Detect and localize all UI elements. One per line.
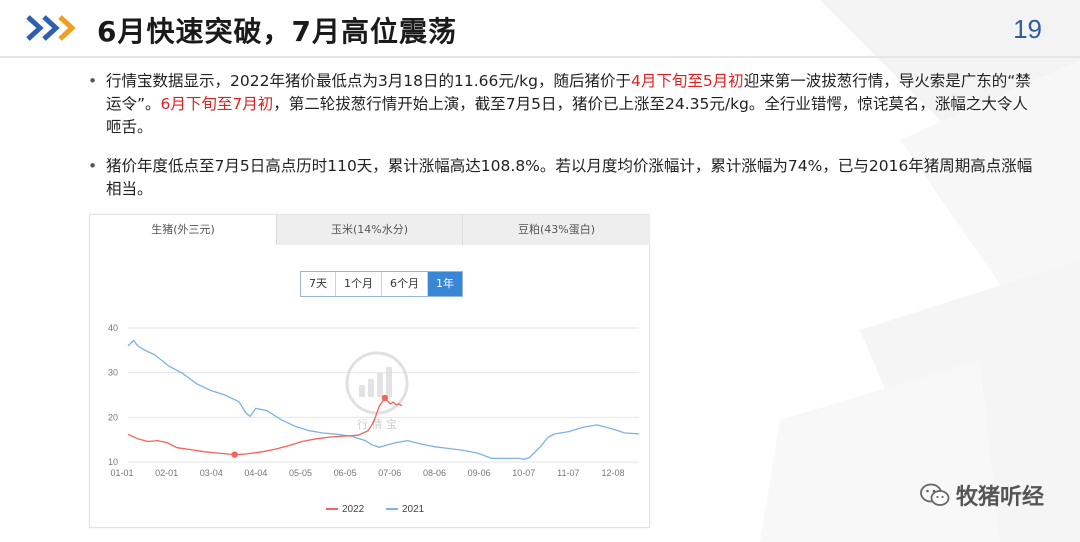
series-marker-2022 xyxy=(381,394,389,402)
bullet-item: • 行情宝数据显示，2022年猪价最低点为3月18日的11.66元/kg，随后猪… xyxy=(88,70,1043,139)
x-tick-label: 04-04 xyxy=(244,468,267,478)
bullet-item: • 猪价年度低点至7月5日高点历时110天，累计涨幅高达108.8%。若以月度均… xyxy=(88,155,1043,201)
x-tick-label: 10-07 xyxy=(512,468,535,478)
x-tick-label: 01-01 xyxy=(110,468,133,478)
slide-header: 6月快速突破，7月高位震荡 19 xyxy=(0,0,1080,62)
y-tick-label: 40 xyxy=(108,323,118,333)
y-tick-label: 30 xyxy=(108,368,118,378)
watermark-text: 行 情 宝 xyxy=(357,417,397,431)
highlight-text: 6月下旬至7月初 xyxy=(160,95,274,113)
price-line-chart: 10 20 30 40 01-01 02-01 03-04 04-04 05-05 06-05 07… xyxy=(108,323,640,515)
y-tick-label: 20 xyxy=(108,412,118,422)
legend-label-2022: 2022 xyxy=(342,504,365,515)
x-tick-label: 06-05 xyxy=(334,468,357,478)
chevron-right-icon xyxy=(58,15,76,41)
watermark-bar-icon xyxy=(386,367,392,397)
series-marker-2022 xyxy=(231,451,238,458)
header-divider xyxy=(0,56,1080,58)
x-tick-label: 12-08 xyxy=(601,468,624,478)
bullet-list: • 行情宝数据显示，2022年猪价最低点为3月18日的11.66元/kg，随后猪… xyxy=(88,70,1043,217)
slide-title: 6月快速突破，7月高位震荡 xyxy=(97,15,457,48)
page-number: 19 xyxy=(1013,14,1042,44)
legend-label-2021: 2021 xyxy=(402,504,425,515)
watermark-bar-icon xyxy=(359,385,365,397)
x-tick-label: 03-04 xyxy=(200,468,223,478)
x-tick-label: 05-05 xyxy=(289,468,312,478)
footer-watermark-text: 牧猪听经 xyxy=(955,485,1044,510)
y-tick-label: 10 xyxy=(108,457,118,467)
watermark-bar-icon xyxy=(377,373,383,397)
highlight-text: 4月下旬至5月初 xyxy=(630,72,744,90)
footer-watermark: 牧猪听经 xyxy=(920,479,1044,511)
wechat-icon xyxy=(920,483,950,506)
bullet-text-segment: 行情宝数据显示，2022年猪价最低点为3月18日的11.66元/kg，随后猪价于 xyxy=(106,72,631,90)
x-tick-label: 11-07 xyxy=(557,468,579,478)
x-tick-label: 02-01 xyxy=(155,468,178,478)
bullet-dot-icon: • xyxy=(88,157,98,175)
watermark-bar-icon xyxy=(368,379,374,397)
x-tick-label: 08-06 xyxy=(423,468,446,478)
x-tick-label: 09-06 xyxy=(468,468,491,478)
bullet-text-segment: 猪价年度低点至7月5日高点历时110天，累计涨幅高达108.8%。若以月度均价涨… xyxy=(106,157,1033,198)
price-chart-card: 生猪(外三元) 玉米(14%水分) 豆粕(43%蛋白) 7天 1个月 6个月 1… xyxy=(89,214,650,528)
bullet-dot-icon: • xyxy=(88,72,98,90)
x-tick-label: 07-06 xyxy=(378,468,401,478)
